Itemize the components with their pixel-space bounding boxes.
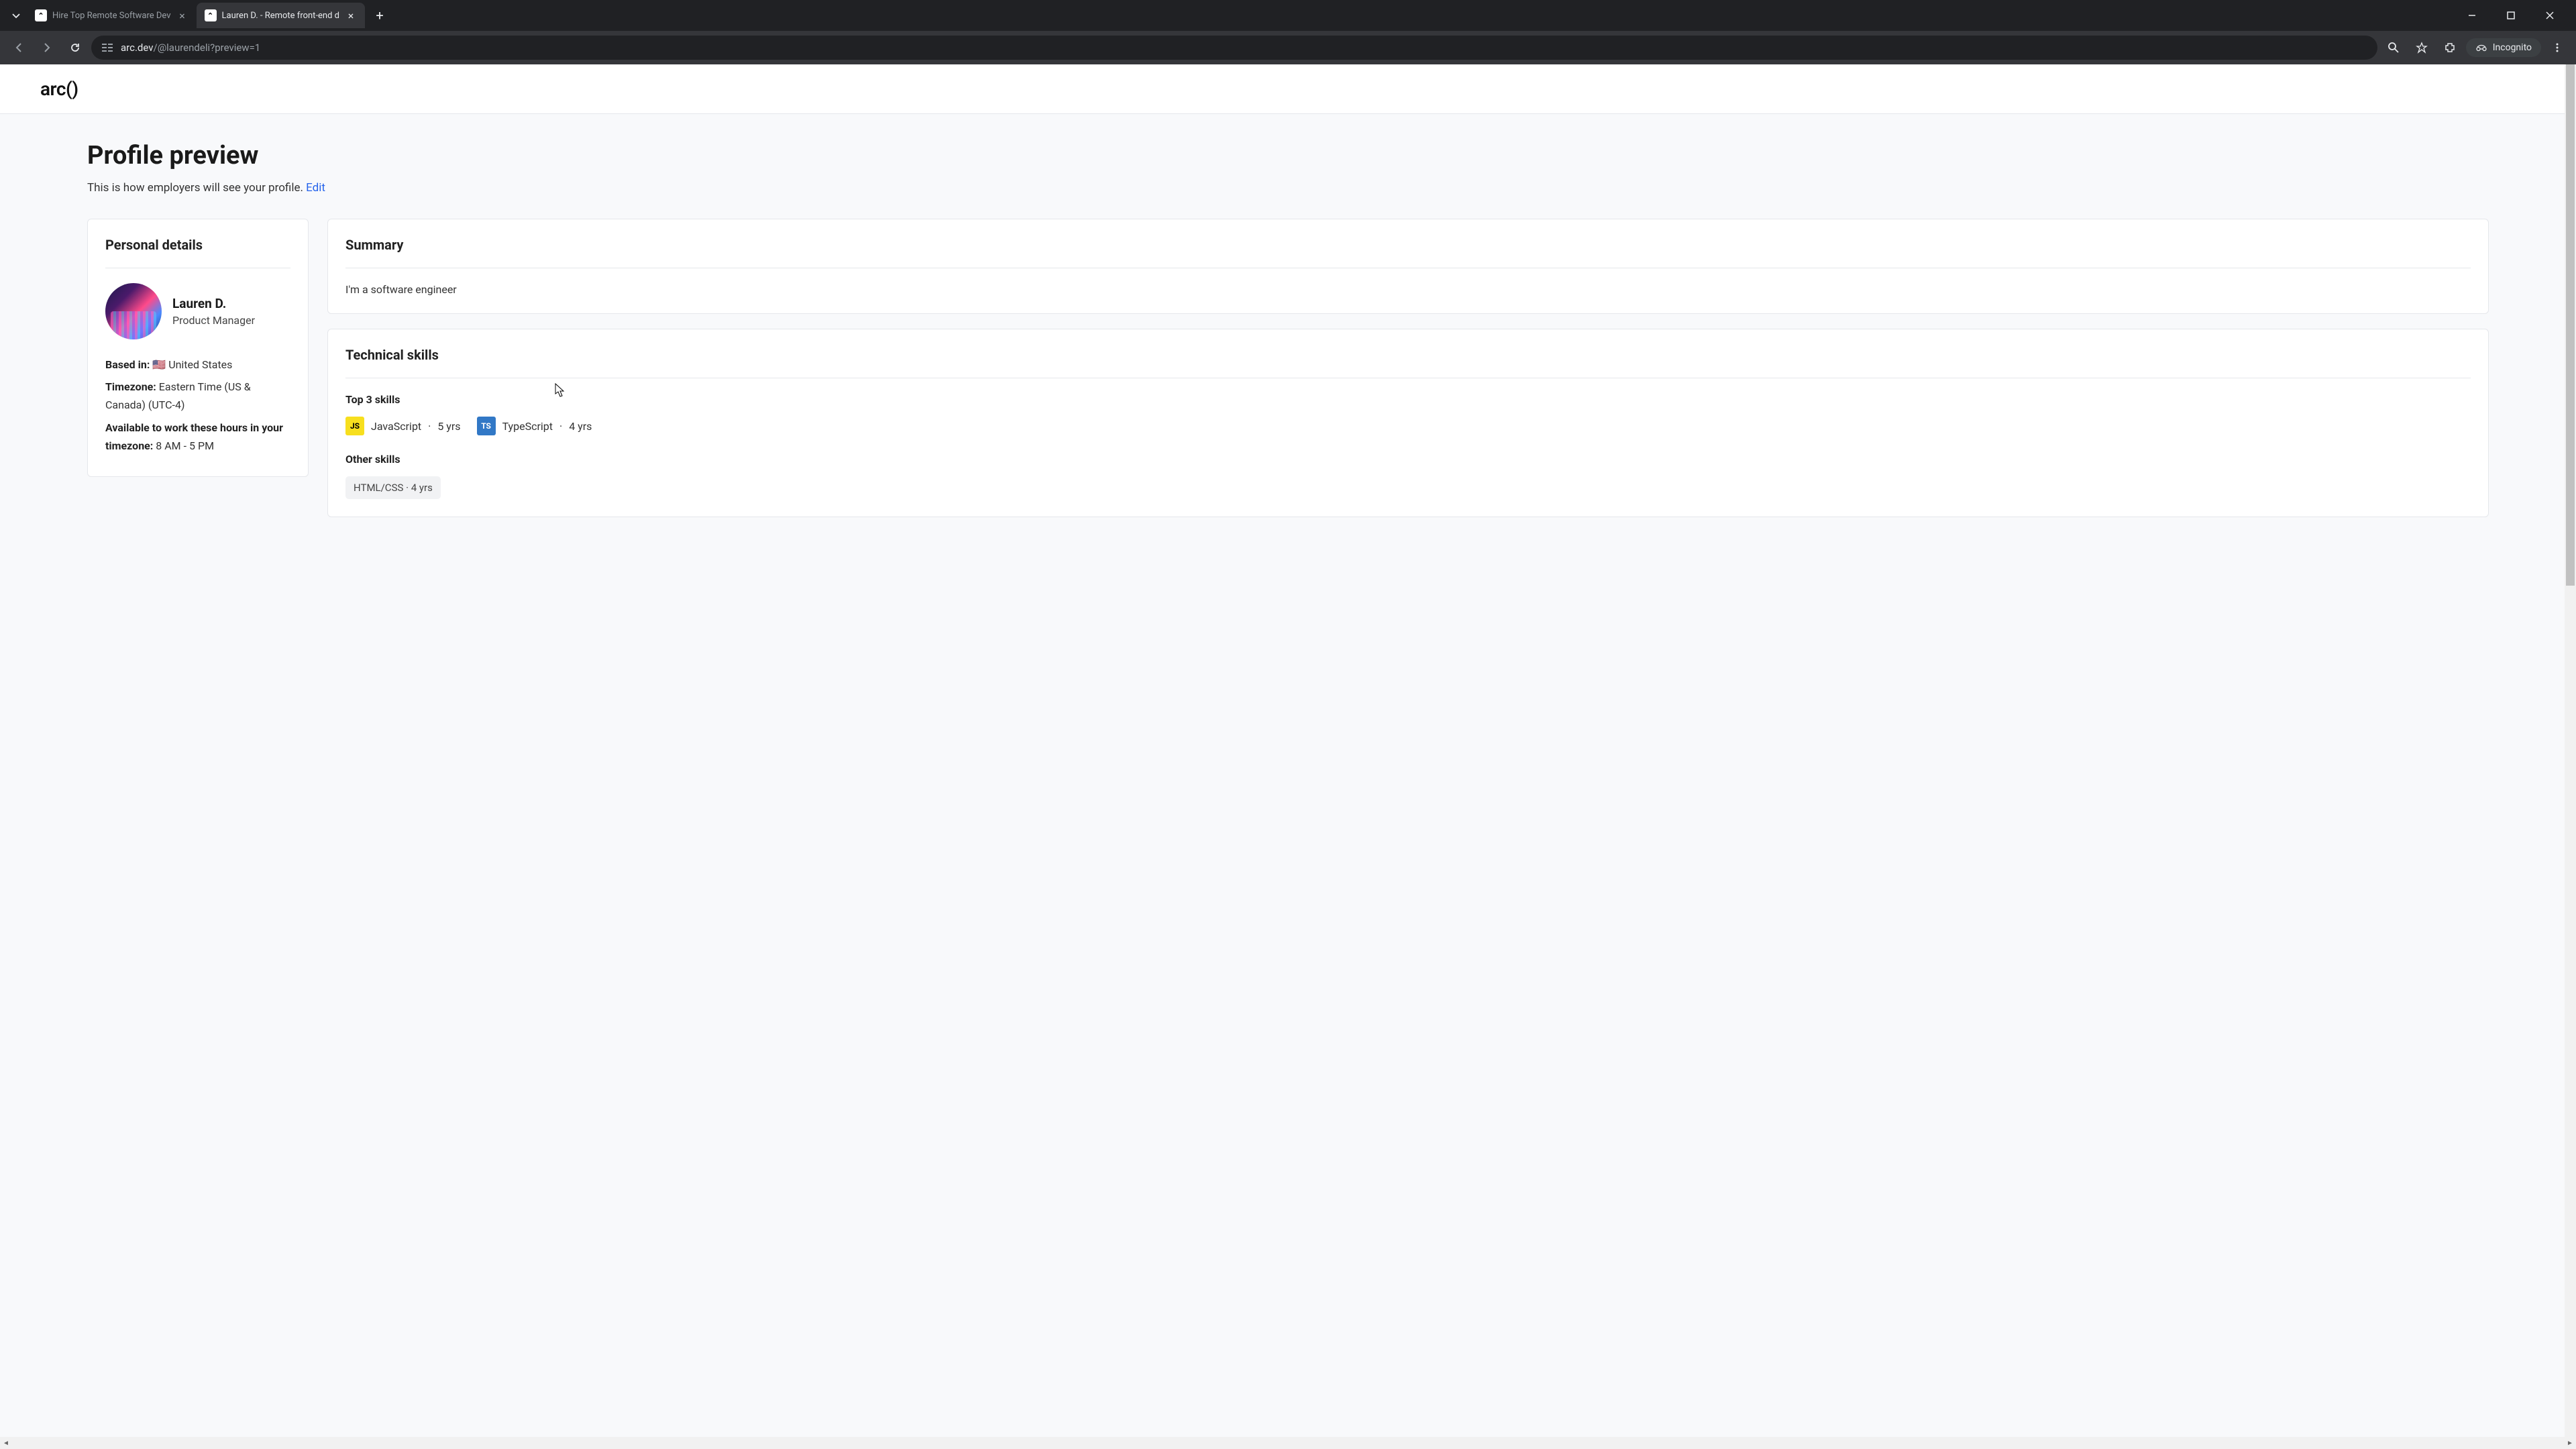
edit-link[interactable]: Edit [306,181,325,195]
other-skills-row: HTML/CSS · 4 yrs [345,476,2471,499]
search-icon[interactable] [2381,36,2406,60]
summary-text: I'm a software engineer [345,283,2471,296]
reload-button[interactable] [63,36,87,60]
skill-years: 4 yrs [569,420,592,433]
tab-active[interactable]: ⌃ Lauren D. - Remote front-end d × [197,3,365,28]
tab-title: Hire Top Remote Software Dev [52,11,171,21]
skill-years: 5 yrs [437,420,460,433]
vertical-scrollbar[interactable] [2565,64,2576,1437]
skill-sep: · [559,420,562,433]
incognito-label: Incognito [2493,42,2532,53]
top-skills-label: Top 3 skills [345,393,2471,406]
other-skills-label: Other skills [345,453,2471,466]
card-title: Technical skills [345,347,2471,363]
page-subtitle: This is how employers will see your prof… [87,181,2489,195]
minimize-button[interactable] [2457,5,2487,26]
avatar [105,283,162,339]
skill-sep: · [428,420,431,433]
skill-icon: TS [477,417,496,435]
right-column: Summary I'm a software engineer Technica… [327,219,2489,517]
skill-item: TS TypeScript · 4 yrs [477,417,592,435]
window-controls [2457,5,2571,26]
skill-name: JavaScript [371,420,421,433]
tab-favicon-icon: ⌃ [35,9,47,21]
page-title: Profile preview [87,141,2489,170]
skill-item: JS JavaScript · 5 yrs [345,417,461,435]
page-body: Profile preview This is how employers wi… [0,114,2576,1437]
card-title: Personal details [105,237,290,253]
skill-chip: HTML/CSS · 4 yrs [345,476,441,499]
close-button[interactable] [2534,5,2565,26]
url-bar[interactable]: arc.dev/@laurendeli?preview=1 [91,36,2377,60]
tab-search-dropdown[interactable] [5,5,27,26]
card-title: Summary [345,237,2471,253]
bookmark-icon[interactable] [2410,36,2434,60]
incognito-icon [2475,43,2487,52]
personal-details-card: Personal details Lauren D. Product Manag… [87,219,309,477]
new-tab-button[interactable]: + [369,5,390,26]
left-column: Personal details Lauren D. Product Manag… [87,219,309,517]
technical-skills-card: Technical skills Top 3 skills JS JavaScri… [327,329,2489,517]
extensions-icon[interactable] [2438,36,2462,60]
page-viewport: arc() Profile preview This is how employ… [0,64,2576,1437]
tab-close-button[interactable]: × [345,9,357,21]
menu-icon[interactable] [2545,36,2569,60]
tab-inactive[interactable]: ⌃ Hire Top Remote Software Dev × [27,3,197,28]
detail-based-in: Based in: 🇺🇸 United States [105,356,290,374]
address-bar: arc.dev/@laurendeli?preview=1 Incognito [0,31,2576,64]
tab-favicon-icon: ⌃ [205,9,217,21]
tab-close-button[interactable]: × [176,9,189,21]
logo[interactable]: arc() [40,78,78,100]
url-text: arc.dev/@laurendeli?preview=1 [121,42,2368,54]
maximize-button[interactable] [2496,5,2526,26]
profile-role: Product Manager [172,314,255,327]
skill-icon: JS [345,417,364,435]
tab-title: Lauren D. - Remote front-end d [222,11,339,21]
top-skills-row: JS JavaScript · 5 yrs TS TypeScript · 4 yrs [345,417,2471,435]
profile-header: Lauren D. Product Manager [105,283,290,339]
detail-hours: Available to work these hours in your ti… [105,419,290,455]
scrollbar-thumb[interactable] [2566,64,2575,586]
incognito-badge[interactable]: Incognito [2466,38,2541,57]
back-button[interactable] [7,36,31,60]
browser-chrome: ⌃ Hire Top Remote Software Dev × ⌃ Laure… [0,0,2576,64]
site-header: arc() [0,64,2576,114]
profile-name: Lauren D. [172,296,255,311]
scroll-left-arrow[interactable]: ◄ [0,1437,12,1449]
scroll-right-arrow[interactable]: ► [2564,1437,2576,1449]
horizontal-scrollbar[interactable]: ◄ ► [0,1437,2576,1449]
content-grid: Personal details Lauren D. Product Manag… [87,219,2489,517]
summary-card: Summary I'm a software engineer [327,219,2489,314]
tab-bar: ⌃ Hire Top Remote Software Dev × ⌃ Laure… [0,0,2576,31]
site-info-icon[interactable] [101,41,114,54]
forward-button[interactable] [35,36,59,60]
skill-name: TypeScript [502,420,553,433]
detail-timezone: Timezone: Eastern Time (US & Canada) (UT… [105,378,290,414]
